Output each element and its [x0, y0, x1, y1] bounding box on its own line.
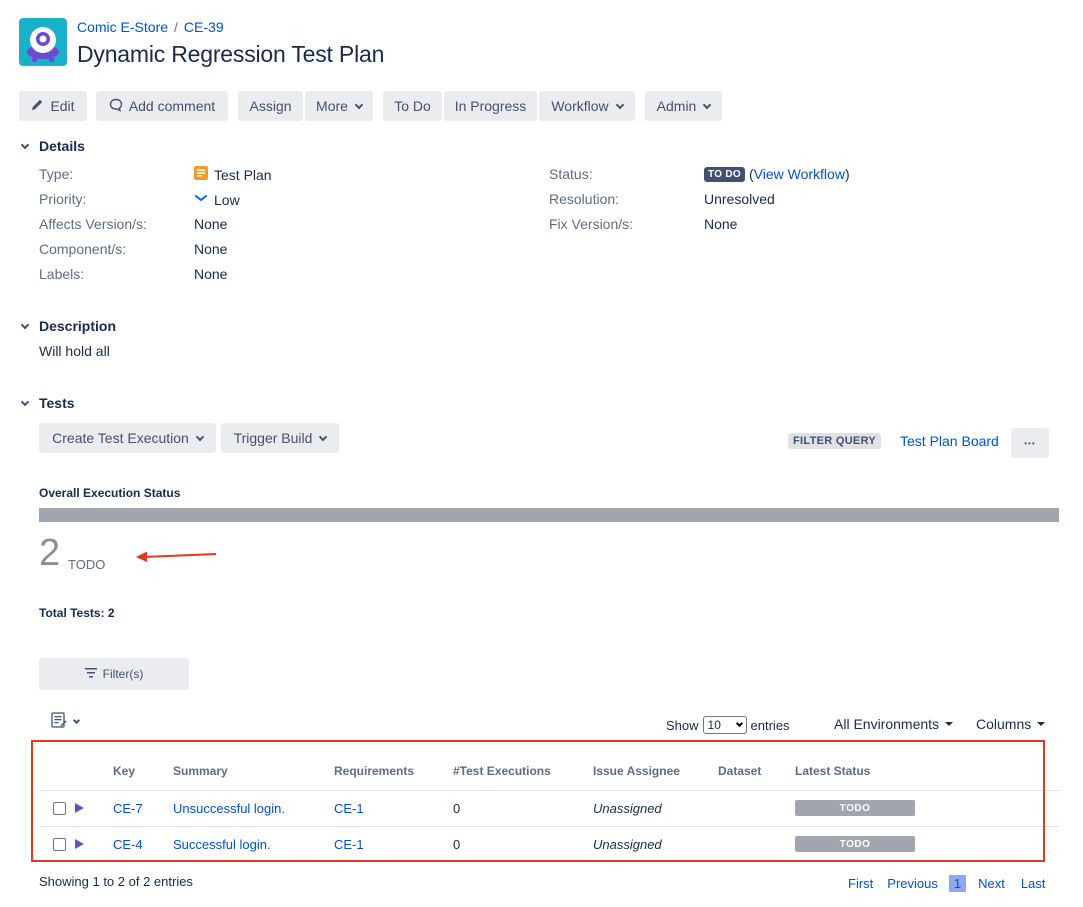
- description-heading: Description: [39, 318, 117, 334]
- fix-version-label: Fix Version/s:: [549, 216, 634, 232]
- component-label: Component/s:: [39, 241, 127, 257]
- collapse-toggle-icon[interactable]: [19, 320, 31, 332]
- fix-version-value: None: [704, 216, 738, 232]
- assign-button[interactable]: Assign: [238, 91, 303, 121]
- pagination-first[interactable]: First: [848, 876, 873, 891]
- edit-icon: [31, 98, 44, 114]
- priority-low-icon: [194, 191, 208, 208]
- trigger-build-button[interactable]: Trigger Build: [221, 423, 339, 453]
- filter-icon: [84, 667, 97, 681]
- collapse-toggle-icon[interactable]: [19, 140, 31, 152]
- affects-version-value: None: [194, 216, 228, 232]
- to-do-button[interactable]: To Do: [383, 91, 442, 121]
- labels-value: None: [194, 266, 228, 282]
- annotation-arrow: [136, 551, 217, 562]
- project-avatar[interactable]: [19, 18, 67, 66]
- breadcrumb-separator: /: [174, 19, 178, 35]
- chevron-down-icon: [195, 432, 205, 441]
- pagination-previous[interactable]: Previous: [887, 876, 938, 891]
- details-heading: Details: [39, 138, 85, 154]
- more-label: More: [316, 98, 348, 114]
- workflow-button[interactable]: Workflow: [539, 91, 635, 121]
- entries-label: entries: [750, 717, 790, 733]
- create-test-execution-label: Create Test Execution: [52, 430, 189, 446]
- description-section-header[interactable]: Description: [19, 318, 116, 334]
- admin-button[interactable]: Admin: [645, 91, 722, 121]
- chevron-down-icon: [615, 100, 624, 109]
- entries-select[interactable]: 10: [702, 716, 747, 734]
- annotation-highlight-box: [31, 740, 1045, 862]
- breadcrumb-issue-link[interactable]: CE-39: [184, 19, 224, 35]
- pagination: First Previous 1 Next Last: [848, 875, 1045, 892]
- component-value: None: [194, 241, 228, 257]
- list-settings-icon: [51, 712, 67, 731]
- edit-button[interactable]: Edit: [19, 91, 87, 121]
- caret-down-icon: [945, 722, 954, 726]
- type-value: Test Plan: [194, 166, 272, 183]
- filters-button[interactable]: Filter(s): [39, 658, 189, 690]
- show-label: Show: [666, 717, 699, 733]
- resolution-value: Unresolved: [704, 191, 775, 207]
- environments-dropdown[interactable]: All Environments: [834, 716, 954, 732]
- filters-label: Filter(s): [102, 667, 144, 681]
- add-comment-label: Add comment: [128, 98, 216, 114]
- execution-status-bar: [39, 508, 1059, 522]
- pagination-last[interactable]: Last: [1021, 876, 1046, 891]
- breadcrumb: Comic E-Store / CE-39: [77, 19, 224, 35]
- filter-query-badge[interactable]: FILTER QUERY: [788, 433, 882, 449]
- pagination-current-page[interactable]: 1: [948, 875, 967, 892]
- collapse-toggle-icon[interactable]: [19, 397, 31, 409]
- workflow-label: Workflow: [551, 98, 609, 114]
- chevron-down-icon: [354, 100, 364, 109]
- create-test-execution-button[interactable]: Create Test Execution: [39, 423, 216, 453]
- in-progress-button[interactable]: In Progress: [444, 91, 537, 121]
- list-settings-toggle[interactable]: [51, 712, 81, 731]
- chevron-down-icon: [735, 719, 743, 728]
- trigger-build-label: Trigger Build: [233, 430, 313, 446]
- add-comment-button[interactable]: Add comment: [96, 91, 228, 121]
- status-bar-todo-segment: [39, 508, 1059, 522]
- test-plan-icon: [194, 166, 208, 183]
- status-label: Status:: [549, 166, 593, 182]
- total-tests: Total Tests: 2: [39, 606, 115, 620]
- description-text: Will hold all: [39, 343, 110, 359]
- edit-label: Edit: [50, 98, 75, 114]
- todo-count-label: TODO: [68, 557, 106, 572]
- environments-label: All Environments: [834, 716, 940, 732]
- page-length-control: Show 10 entries: [666, 716, 790, 734]
- entries-select-value: 10: [707, 718, 721, 732]
- resolution-label: Resolution:: [549, 191, 620, 207]
- view-workflow-link[interactable]: View Workflow: [754, 166, 845, 182]
- more-actions-button[interactable]: •••: [1011, 428, 1049, 458]
- admin-label: Admin: [656, 98, 697, 114]
- comment-icon: [109, 98, 123, 115]
- status-value: TO DO ( View Workflow ): [704, 166, 850, 182]
- labels-label: Labels:: [39, 266, 85, 282]
- caret-down-icon: [1037, 722, 1046, 726]
- affects-version-label: Affects Version/s:: [39, 216, 147, 232]
- priority-label: Priority:: [39, 191, 87, 207]
- details-section-header[interactable]: Details: [19, 138, 85, 154]
- page-title: Dynamic Regression Test Plan: [77, 41, 385, 67]
- status-badge: TO DO: [704, 166, 745, 182]
- breadcrumb-project-link[interactable]: Comic E-Store: [77, 19, 168, 35]
- columns-label: Columns: [976, 716, 1032, 732]
- pagination-next[interactable]: Next: [978, 876, 1005, 891]
- entries-info: Showing 1 to 2 of 2 entries: [39, 874, 193, 889]
- overall-execution-heading: Overall Execution Status: [39, 486, 181, 500]
- type-value-text: Test Plan: [214, 166, 272, 183]
- chevron-down-icon: [319, 432, 328, 441]
- more-button[interactable]: More: [305, 91, 373, 121]
- priority-value: Low: [194, 191, 240, 208]
- chevron-down-icon: [703, 100, 712, 109]
- columns-dropdown[interactable]: Columns: [976, 716, 1046, 732]
- type-label: Type:: [39, 166, 74, 182]
- todo-count: 2: [39, 532, 61, 574]
- priority-value-text: Low: [214, 191, 240, 208]
- test-plan-board-link[interactable]: Test Plan Board: [900, 433, 999, 449]
- tests-section-header[interactable]: Tests: [19, 395, 75, 411]
- tests-heading: Tests: [39, 395, 75, 411]
- chevron-down-icon: [72, 716, 81, 724]
- view-workflow-close-paren: ): [844, 166, 850, 182]
